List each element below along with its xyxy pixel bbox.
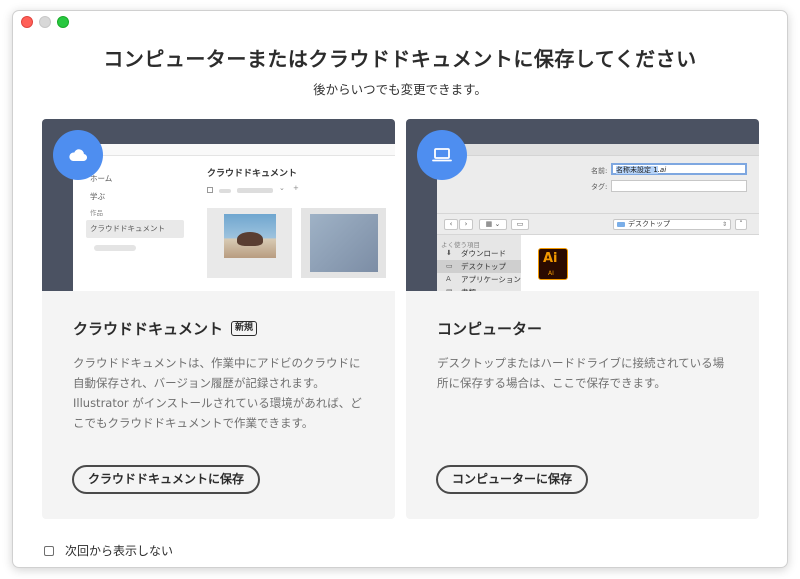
- mock-favorite-item: ⬇ ダウンロード: [446, 249, 506, 258]
- mock-name-label: 名前:: [591, 167, 608, 175]
- save-dialog-window: コンピューターまたはクラウドドキュメントに保存してください 後からいつでも変更で…: [12, 10, 788, 568]
- cloud-icon: [53, 130, 103, 180]
- view-grid-icon: ▦ ⌄: [479, 219, 507, 230]
- computer-card-title: コンピューター: [437, 320, 543, 338]
- chevron-updown-icon: ⇕: [721, 221, 727, 228]
- desktop-icon: ▭: [446, 262, 453, 270]
- mock-name-field: 名称未設定 1.ai: [611, 163, 747, 175]
- cloud-app-mockup: ホーム 学ぶ 作品 クラウドドキュメント クラウドドキュメント ⌄ +: [73, 144, 395, 291]
- new-badge: 新規: [231, 321, 258, 336]
- mock-finder-content: Ai AI: [521, 235, 759, 291]
- computer-card-title-row: コンピューター: [437, 318, 737, 339]
- mock-sidebar-item-active: クラウドドキュメント: [86, 220, 184, 238]
- mock-favorites-title: よく使う項目: [441, 241, 480, 249]
- zoom-window-button[interactable]: [57, 16, 69, 28]
- save-to-computer-button[interactable]: コンピューターに保存: [436, 465, 589, 494]
- illustrator-file-icon: Ai AI: [538, 248, 568, 280]
- mock-thumbnail: [301, 208, 386, 278]
- computer-card-body: コンピューター デスクトップまたはハードドライブに接続されている場所に保存する場…: [437, 318, 737, 393]
- mock-location-select: デスクトップ ⇕: [613, 219, 731, 230]
- mock-toolbar: ‹ › ▦ ⌄ ▭ デスクトップ ⇕ ˄: [437, 213, 759, 235]
- mock-sidebar: ホーム 学ぶ 作品 クラウドドキュメント: [86, 170, 184, 251]
- mock-thumbnail: [207, 208, 292, 278]
- chevron-up-icon: ˄: [735, 219, 747, 230]
- mock-favorite-item: ▤書類: [437, 286, 521, 291]
- mock-controls: ⌄ +: [207, 184, 317, 196]
- new-folder-icon: ▭: [511, 219, 529, 230]
- cloud-card-description: クラウドドキュメントは、作業中にアドビのクラウドに自動保存され、バージョン履歴が…: [73, 356, 362, 430]
- close-window-button[interactable]: [21, 16, 33, 28]
- cloud-card-body: クラウドドキュメント 新規 クラウドドキュメントは、作業中にアドビのクラウドに自…: [73, 318, 373, 433]
- mock-tag-field: [611, 180, 747, 192]
- applications-icon: A: [446, 275, 451, 283]
- dont-show-again-checkbox[interactable]: [44, 545, 54, 556]
- title-bar: [13, 11, 787, 33]
- laptop-icon: [417, 130, 467, 180]
- mock-finder-sidebar: よく使う項目 ⬇ダウンロード ▭デスクトップ Aアプリケーション ▤書類: [437, 235, 521, 291]
- dialog-subtitle: 後からいつでも変更できます。: [313, 82, 487, 97]
- save-to-cloud-button[interactable]: クラウドドキュメントに保存: [72, 465, 261, 494]
- download-icon: ⬇: [446, 249, 452, 257]
- forward-arrow-icon: ›: [459, 219, 473, 230]
- dialog-title: コンピューターまたはクラウドドキュメントに保存してください: [103, 47, 697, 71]
- cloud-preview: ホーム 学ぶ 作品 クラウドドキュメント クラウドドキュメント ⌄ +: [42, 119, 395, 291]
- mock-favorite-item-active: ▭ デスクトップ: [437, 260, 521, 273]
- document-icon: ▤: [446, 289, 454, 292]
- dont-show-again-row[interactable]: 次回から表示しない: [44, 542, 173, 559]
- mock-tag-label: タグ:: [591, 183, 608, 191]
- computer-card-description: デスクトップまたはハードドライブに接続されている場所に保存する場合は、ここで保存…: [437, 356, 725, 390]
- mock-favorite-item: A アプリケーション: [446, 275, 521, 284]
- mock-sidebar-section: 作品: [90, 209, 103, 217]
- mock-sidebar-item: ホーム: [90, 174, 113, 183]
- computer-preview: 名前: 名称未設定 1.ai タグ: ‹ › ▦ ⌄ ▭ デスクトップ ⇕ ˄: [406, 119, 759, 291]
- back-arrow-icon: ‹: [444, 219, 458, 230]
- chevron-down-icon: ⌄: [279, 184, 285, 192]
- cloud-card-title: クラウドドキュメント: [73, 320, 224, 338]
- plus-icon: +: [293, 184, 299, 192]
- computer-card[interactable]: 名前: 名称未設定 1.ai タグ: ‹ › ▦ ⌄ ▭ デスクトップ ⇕ ˄: [406, 119, 759, 519]
- cloud-card-title-row: クラウドドキュメント 新規: [73, 318, 373, 339]
- mock-heading: クラウドドキュメント: [207, 169, 298, 179]
- dont-show-again-label[interactable]: 次回から表示しない: [65, 542, 173, 559]
- minimize-window-button[interactable]: [39, 16, 51, 28]
- cloud-document-card[interactable]: ホーム 学ぶ 作品 クラウドドキュメント クラウドドキュメント ⌄ + クラウド…: [42, 119, 395, 519]
- mock-sidebar-item: 学ぶ: [90, 192, 105, 201]
- finder-save-mockup: 名前: 名称未設定 1.ai タグ: ‹ › ▦ ⌄ ▭ デスクトップ ⇕ ˄: [437, 144, 759, 291]
